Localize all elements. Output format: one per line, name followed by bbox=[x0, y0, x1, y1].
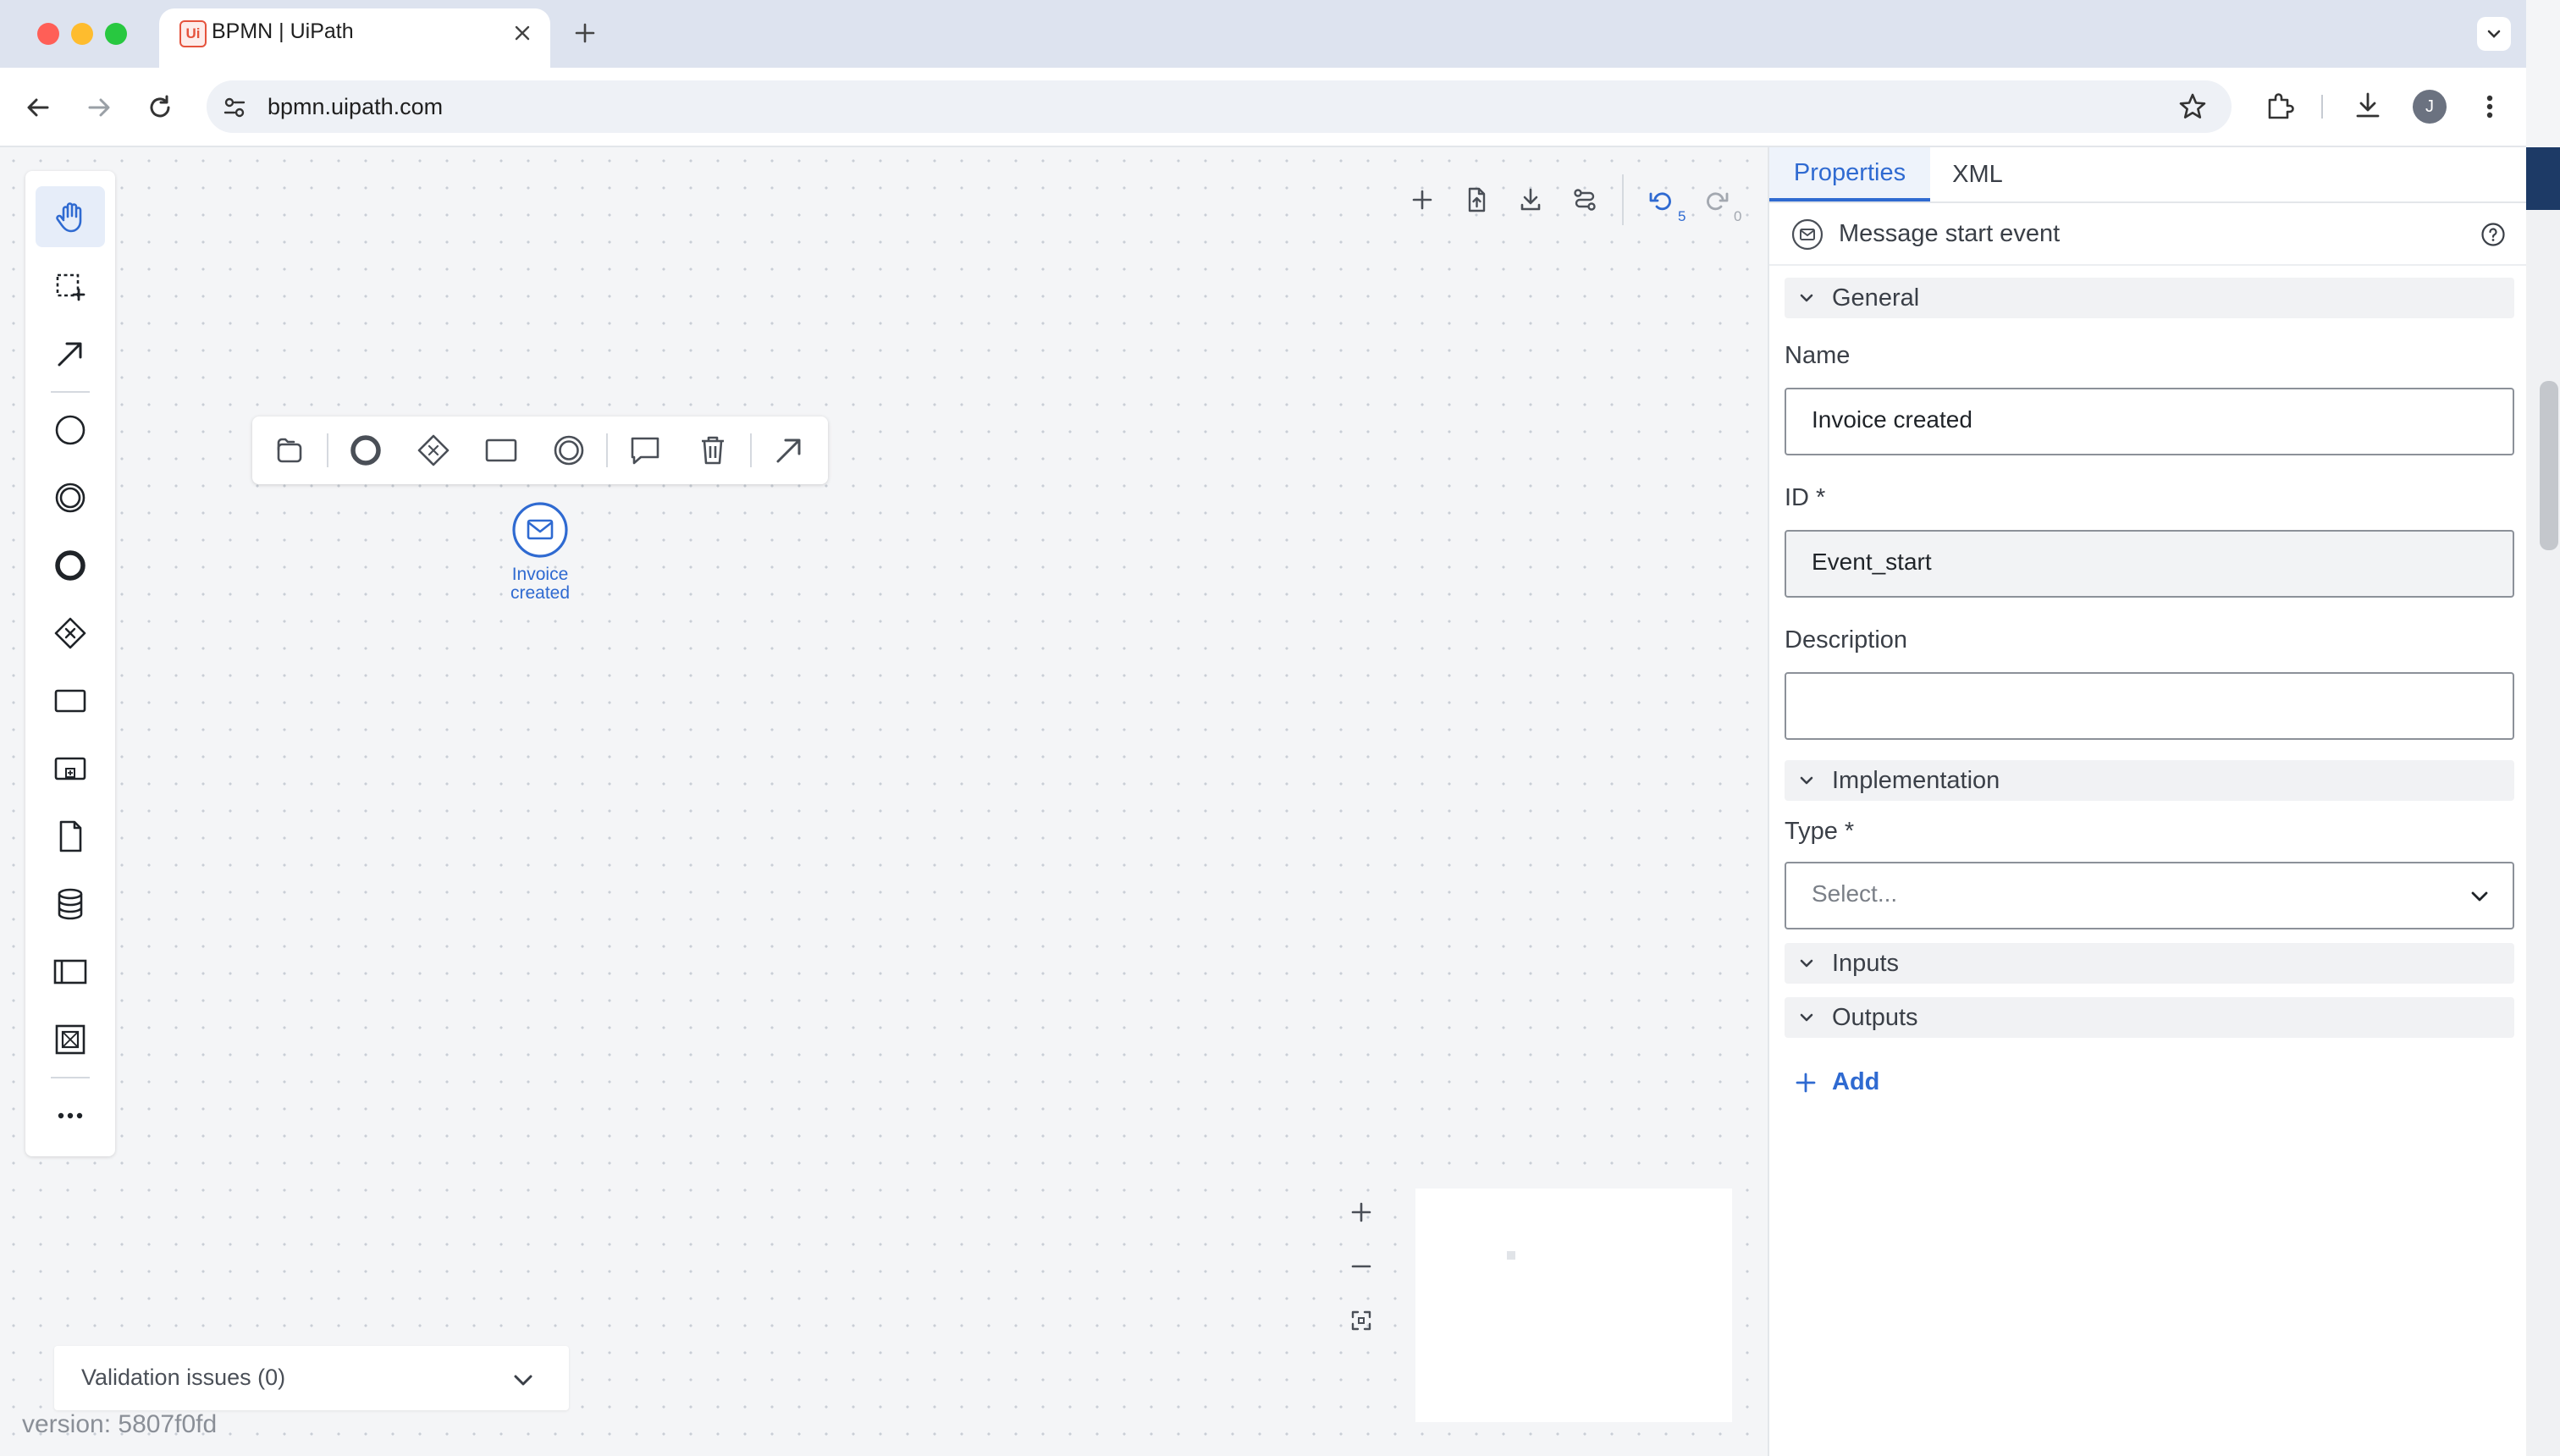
add-plus-icon[interactable] bbox=[1793, 1070, 1818, 1095]
browser-tab-title: BPMN | UiPath bbox=[212, 19, 354, 43]
name-field-value[interactable]: Invoice created bbox=[1812, 406, 1972, 433]
append-task-icon[interactable] bbox=[477, 427, 525, 474]
tab-close-icon[interactable] bbox=[513, 24, 532, 42]
context-pad-separator bbox=[327, 433, 328, 467]
undo-icon[interactable] bbox=[1641, 179, 1681, 220]
id-label: ID * bbox=[1785, 484, 1826, 511]
toolbar-divider bbox=[2321, 95, 2323, 119]
type-label: Type * bbox=[1785, 818, 1855, 845]
page-scrollbar[interactable] bbox=[2526, 147, 2560, 1456]
event-label[interactable]: Invoice created bbox=[474, 565, 606, 603]
message-start-event-icon bbox=[1791, 218, 1823, 251]
fit-view-icon[interactable] bbox=[1343, 1302, 1380, 1339]
hand-tool-icon[interactable] bbox=[36, 186, 105, 247]
chevron-down-icon[interactable] bbox=[1795, 769, 1818, 792]
forward-icon[interactable] bbox=[85, 93, 113, 122]
auto-layout-icon[interactable] bbox=[1564, 179, 1605, 220]
element-type-title: Message start event bbox=[1839, 220, 2061, 247]
tab-properties[interactable]: Properties bbox=[1769, 147, 1930, 201]
window-close-button[interactable] bbox=[37, 23, 59, 45]
new-tab-icon[interactable] bbox=[572, 20, 598, 46]
subprocess-icon[interactable] bbox=[36, 738, 105, 799]
description-label: Description bbox=[1785, 626, 1908, 654]
chevron-down-icon[interactable] bbox=[510, 1366, 537, 1393]
undo-count: 5 bbox=[1678, 208, 1686, 224]
downloads-icon[interactable] bbox=[2352, 90, 2384, 122]
address-bar[interactable] bbox=[207, 80, 2232, 133]
panel-header-divider bbox=[1769, 264, 2526, 266]
palette-separator bbox=[51, 1077, 90, 1078]
minimap[interactable] bbox=[1415, 1189, 1732, 1422]
lasso-tool-icon[interactable] bbox=[36, 256, 105, 317]
minimap-element bbox=[1507, 1251, 1515, 1260]
data-store-icon[interactable] bbox=[36, 874, 105, 935]
browser-menu-icon[interactable] bbox=[2479, 90, 2501, 124]
zoom-out-icon[interactable] bbox=[1343, 1248, 1380, 1285]
section-inputs-title: Inputs bbox=[1832, 950, 1899, 977]
intermediate-event-icon[interactable] bbox=[36, 467, 105, 528]
description-field[interactable] bbox=[1785, 672, 2514, 740]
validation-issues-label: Validation issues (0) bbox=[81, 1365, 286, 1390]
palette-separator bbox=[51, 391, 90, 393]
connect-tool-icon[interactable] bbox=[36, 323, 105, 384]
end-event-icon[interactable] bbox=[36, 535, 105, 596]
type-select-placeholder[interactable]: Select... bbox=[1812, 880, 1897, 907]
append-end-event-icon[interactable] bbox=[342, 427, 389, 474]
start-event-icon[interactable] bbox=[36, 400, 105, 461]
uipath-favicon-icon: Ui bbox=[179, 20, 207, 47]
gateway-icon[interactable] bbox=[36, 603, 105, 664]
profile-avatar[interactable]: J bbox=[2413, 90, 2447, 124]
reload-icon[interactable] bbox=[146, 93, 174, 122]
download-icon[interactable] bbox=[1510, 179, 1551, 220]
chevron-down-icon[interactable] bbox=[1795, 951, 1818, 975]
tab-search-chevron-icon[interactable] bbox=[2477, 17, 2511, 51]
append-intermediate-event-icon[interactable] bbox=[545, 427, 593, 474]
section-implementation-title: Implementation bbox=[1832, 767, 2000, 794]
tab-xml[interactable]: XML bbox=[1932, 147, 2023, 201]
help-icon[interactable] bbox=[2480, 222, 2506, 247]
window-maximize-button[interactable] bbox=[105, 23, 127, 45]
section-general-title: General bbox=[1832, 284, 1920, 312]
section-outputs-title: Outputs bbox=[1832, 1004, 1918, 1031]
underlying-page-header bbox=[2526, 147, 2560, 210]
redo-count: 0 bbox=[1734, 208, 1742, 224]
version-label: version: 5807f0fd bbox=[22, 1410, 218, 1438]
data-object-icon[interactable] bbox=[36, 806, 105, 867]
message-start-event[interactable] bbox=[511, 501, 569, 559]
context-pad-separator bbox=[750, 433, 752, 467]
window-minimize-button[interactable] bbox=[71, 23, 93, 45]
add-annotation-icon[interactable] bbox=[621, 427, 669, 474]
create-icon[interactable] bbox=[1402, 179, 1443, 220]
pool-icon[interactable] bbox=[36, 941, 105, 1002]
context-pad-separator bbox=[606, 433, 608, 467]
tool-palette bbox=[25, 171, 115, 1156]
extensions-icon[interactable] bbox=[2264, 90, 2296, 122]
zoom-in-icon[interactable] bbox=[1343, 1194, 1380, 1231]
append-gateway-icon[interactable] bbox=[410, 427, 457, 474]
chevron-down-icon[interactable] bbox=[2467, 884, 2492, 909]
chevron-down-icon[interactable] bbox=[1795, 1006, 1818, 1029]
toolbar-separator bbox=[1622, 174, 1624, 225]
task-icon[interactable] bbox=[36, 670, 105, 731]
context-pad bbox=[252, 416, 828, 484]
name-label: Name bbox=[1785, 342, 1851, 369]
panel-tabs-divider bbox=[1769, 201, 2526, 203]
id-field-value[interactable]: Event_start bbox=[1812, 549, 1932, 576]
redo-icon[interactable] bbox=[1697, 179, 1737, 220]
site-settings-icon[interactable] bbox=[222, 95, 247, 120]
change-type-icon[interactable] bbox=[266, 427, 313, 474]
url-text[interactable]: bpmn.uipath.com bbox=[268, 94, 443, 120]
add-output-button[interactable]: Add bbox=[1832, 1068, 1879, 1096]
more-tools-icon[interactable] bbox=[36, 1085, 105, 1146]
properties-panel bbox=[1768, 147, 2526, 1456]
back-icon[interactable] bbox=[24, 93, 52, 122]
delete-icon[interactable] bbox=[689, 427, 737, 474]
import-file-icon[interactable] bbox=[1456, 179, 1497, 220]
chevron-down-icon[interactable] bbox=[1795, 286, 1818, 310]
connect-arrow-icon[interactable] bbox=[765, 427, 813, 474]
bookmark-star-icon[interactable] bbox=[2177, 91, 2208, 122]
page-scrollbar-thumb[interactable] bbox=[2540, 381, 2558, 550]
group-icon[interactable] bbox=[36, 1009, 105, 1070]
